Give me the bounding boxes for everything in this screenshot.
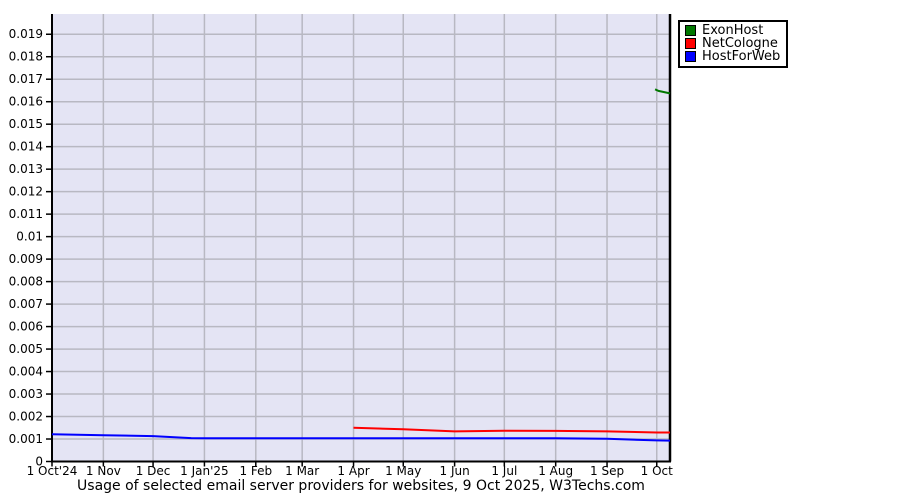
y-tick-label: 0.009	[9, 252, 43, 266]
y-tick-label: 0.006	[9, 320, 43, 334]
y-tick-label: 0.002	[9, 410, 43, 424]
y-tick-label: 0.012	[9, 185, 43, 199]
y-tick-label: 0.013	[9, 162, 43, 176]
y-tick-label: 0.007	[9, 297, 43, 311]
y-tick-label: 0.016	[9, 95, 43, 109]
legend: ExonHost NetCologne HostForWeb	[678, 20, 789, 68]
y-tick-label: 0.008	[9, 275, 43, 289]
x-tick-label: 1 Jun	[440, 464, 470, 478]
x-tick-label: 1 May	[385, 464, 421, 478]
x-tick-label: 1 Oct'24	[27, 464, 78, 478]
x-tick-label: 1 Nov	[86, 464, 121, 478]
x-tick-label: 1 Apr	[337, 464, 369, 478]
legend-swatch-hostforweb	[685, 51, 696, 62]
x-tick-label: 1 Oct	[641, 464, 673, 478]
y-tick-label: 0.01	[16, 230, 43, 244]
legend-item-hostforweb: HostForWeb	[685, 50, 780, 63]
x-tick-label: 1 Aug	[538, 464, 573, 478]
y-tick-label: 0.018	[9, 50, 43, 64]
x-tick-label: 1 Jul	[491, 464, 517, 478]
x-tick-label: 1 Jan'25	[180, 464, 229, 478]
x-tick-label: 1 Feb	[239, 464, 272, 478]
y-tick-label: 0.019	[9, 27, 43, 41]
y-tick-label: 0.003	[9, 387, 43, 401]
x-tick-label: 1 Dec	[136, 464, 171, 478]
x-tick-label: 1 Sep	[590, 464, 624, 478]
chart-title: Usage of selected email server providers…	[77, 478, 645, 494]
y-tick-label: 0.015	[9, 117, 43, 131]
y-tick-label: 0.017	[9, 72, 43, 86]
y-tick-label: 0.004	[9, 365, 43, 379]
y-tick-label: 0.001	[9, 432, 43, 446]
y-tick-label: 0.011	[9, 207, 43, 221]
y-tick-label: 0.014	[9, 140, 43, 154]
legend-swatch-exonhost	[685, 25, 696, 36]
usage-chart-svg: 00.0010.0020.0030.0040.0050.0060.0070.00…	[9, 14, 673, 478]
x-tick-label: 1 Mar	[285, 464, 319, 478]
y-tick-label: 0.005	[9, 342, 43, 356]
legend-swatch-netcologne	[685, 38, 696, 49]
legend-label: HostForWeb	[702, 49, 781, 64]
chart-canvas: 0 0.001 0.002 0.003 0.004 0.005 0.006 0.007 0.00…	[0, 0, 900, 500]
